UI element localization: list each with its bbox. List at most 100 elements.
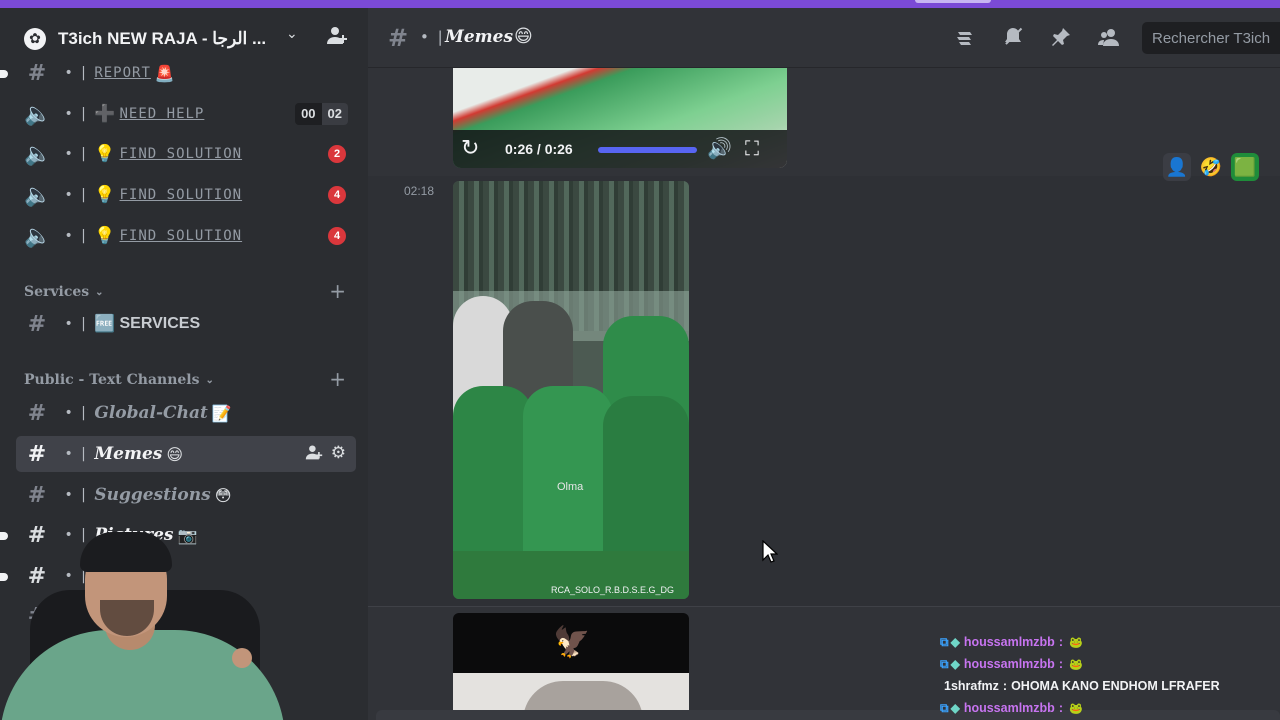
reaction-avatar-icon[interactable]: 👤	[1163, 153, 1191, 181]
channel-global-chat[interactable]: # • | Global-Chat 📝	[16, 395, 356, 431]
threads-icon[interactable]	[954, 26, 976, 53]
chevron-down-icon[interactable]: ⌄	[286, 26, 298, 42]
lightbulb-emoji: 💡	[94, 144, 116, 164]
replay-icon[interactable]: ↻	[461, 136, 479, 161]
channel-memes[interactable]: # • | Memes 😄 ⚙	[16, 436, 356, 472]
voice-channel-find-solution[interactable]: 🔈 • | 💡 FIND SOLUTION 2	[16, 136, 356, 172]
badge-icon: ⧉	[940, 634, 949, 649]
frog-emote-icon: 🐸	[1068, 636, 1083, 649]
channel-separator: • |	[58, 146, 95, 162]
channel-label: NEED HELP	[119, 106, 205, 122]
quick-reactions: 👤 🤣 🟩	[1163, 152, 1273, 182]
badge-icon: ⧉	[940, 700, 949, 715]
voice-channel-find-solution[interactable]: 🔈 • | 💡 FIND SOLUTION 4	[16, 177, 356, 213]
video-time: 0:26 / 0:26	[505, 141, 573, 157]
channel-label: Suggestions	[94, 485, 211, 505]
channel-label: FIND SOLUTION	[119, 187, 243, 203]
webcam-cap	[80, 532, 172, 572]
create-channel-plus-icon[interactable]: +	[329, 367, 346, 391]
channel-separator: • |	[420, 28, 445, 46]
stream-chat-line: ⧉ ◆ houssamlmzbb : 🐸	[940, 632, 1083, 652]
category-public-text-channels[interactable]: Public - Text Channels ⌄ +	[24, 367, 354, 391]
channel-title-emoji: 😄	[514, 26, 533, 47]
channel-emoji: 📝	[211, 403, 232, 423]
add-member-icon[interactable]	[326, 24, 348, 51]
chat-username: houssamlmzbb	[963, 635, 1055, 649]
hash-icon: #	[27, 60, 47, 86]
frog-emote-icon: 🐸	[1068, 658, 1083, 671]
chevron-down-icon: ⌄	[205, 374, 214, 386]
invite-icon[interactable]	[305, 443, 323, 466]
video-attachment[interactable]: ↻ 0:26 / 0:26 🔊 ⛶	[453, 68, 787, 168]
channel-label: REPORT	[94, 65, 151, 81]
voice-channel-find-solution[interactable]: 🔈 • | 💡 FIND SOLUTION 4	[16, 218, 356, 254]
reaction-rofl-icon[interactable]: 🤣	[1197, 153, 1225, 181]
member-list-icon[interactable]	[1098, 26, 1120, 53]
gem-icon: ◆	[950, 701, 960, 715]
channel-label: FIND SOLUTION	[119, 228, 243, 244]
message-timestamp: 02:18	[404, 184, 435, 198]
streamer-top-bar	[0, 0, 1280, 8]
chat-message-text: OHOMA KANO ENDHOM LFRAFER	[1011, 679, 1220, 693]
chat-separator: :	[1002, 679, 1008, 693]
chevron-down-icon: ⌄	[95, 286, 104, 298]
volume-icon[interactable]: 🔊	[707, 136, 732, 160]
channel-separator: • |	[58, 446, 95, 462]
chat-separator: :	[1058, 635, 1063, 649]
video-progress-bar[interactable]	[598, 147, 697, 153]
channel-separator: • |	[58, 316, 95, 332]
search-input[interactable]: Rechercher T3ich	[1142, 22, 1280, 54]
channel-services[interactable]: # • | 🆓 SERVICES	[16, 306, 356, 342]
channel-label: FIND SOLUTION	[119, 146, 243, 162]
hash-icon: #	[27, 441, 47, 467]
hash-icon: #	[388, 24, 409, 52]
reaction-green-icon[interactable]: 🟩	[1231, 153, 1259, 181]
messages-area: ↻ 0:26 / 0:26 🔊 ⛶ 👤 🤣 🟩 02:18 Olma RCA_S…	[368, 68, 1280, 720]
speaker-icon: 🔈	[24, 141, 52, 167]
chat-header: # • | Memes 😄 Rechercher T3ich	[368, 8, 1280, 68]
mention-badge: 2	[328, 145, 346, 163]
category-services[interactable]: Services ⌄ +	[24, 279, 354, 303]
chat-username: 1shrafmz	[944, 679, 999, 693]
photo-caption: RCA_SOLO_R.B.D.S.E.G_DG	[551, 585, 675, 595]
chat-username: houssamlmzbb	[963, 657, 1055, 671]
eagle-logo-icon: 🦅	[553, 625, 591, 660]
channel-emoji: 😳	[214, 485, 232, 505]
mention-badge: 4	[328, 227, 346, 245]
video-attachment-clip[interactable]: 🦅	[453, 613, 689, 713]
channel-label: SERVICES	[119, 315, 201, 332]
top-bar-pill	[915, 0, 991, 3]
channel-actions: ⚙	[305, 443, 346, 466]
photo-watermark: Olma	[557, 481, 584, 493]
gem-icon: ◆	[950, 635, 960, 649]
create-channel-plus-icon[interactable]: +	[329, 279, 346, 303]
image-attachment-team-photo[interactable]: Olma RCA_SOLO_R.B.D.S.E.G_DG	[453, 181, 689, 599]
channel-report[interactable]: # • | REPORT 🚨	[16, 55, 356, 91]
counter-max: 02	[321, 103, 348, 125]
pin-icon[interactable]	[1050, 26, 1072, 53]
channel-label: Global-Chat	[94, 403, 208, 423]
webcam-hand	[232, 648, 252, 668]
counter-current: 00	[295, 103, 322, 125]
stream-chat-line: ⧉ ◆ houssamlmzbb : 🐸	[940, 698, 1083, 718]
fullscreen-icon[interactable]: ⛶	[745, 136, 759, 160]
lightbulb-emoji: 💡	[94, 226, 116, 246]
channel-suggestions[interactable]: # • | Suggestions 😳	[16, 477, 356, 513]
chat-username: houssamlmzbb	[963, 701, 1055, 715]
frog-emote-icon: 🐸	[1068, 702, 1083, 715]
video-controls: ↻ 0:26 / 0:26 🔊 ⛶	[453, 130, 787, 168]
user-limit-counter: 00 02	[295, 103, 348, 125]
gem-icon: ◆	[950, 657, 960, 671]
streamer-webcam	[0, 530, 285, 720]
voice-channel-need-help[interactable]: 🔈 • | ➕ NEED HELP 00 02	[16, 96, 356, 132]
lightbulb-emoji: 💡	[94, 185, 116, 205]
speaker-icon: 🔈	[24, 101, 52, 127]
server-name: T3ich NEW RAJA - الرجا ...	[58, 29, 267, 48]
stream-chat-line: 1shrafmz : OHOMA KANO ENDHOM LFRAFER	[944, 676, 1220, 696]
channel-emoji: 🚨	[154, 63, 175, 83]
notification-muted-icon[interactable]	[1002, 26, 1024, 53]
plus-emoji: ➕	[94, 104, 116, 124]
gear-icon[interactable]: ⚙	[331, 443, 346, 466]
channel-separator: • |	[58, 228, 95, 244]
channel-separator: • |	[58, 106, 95, 122]
